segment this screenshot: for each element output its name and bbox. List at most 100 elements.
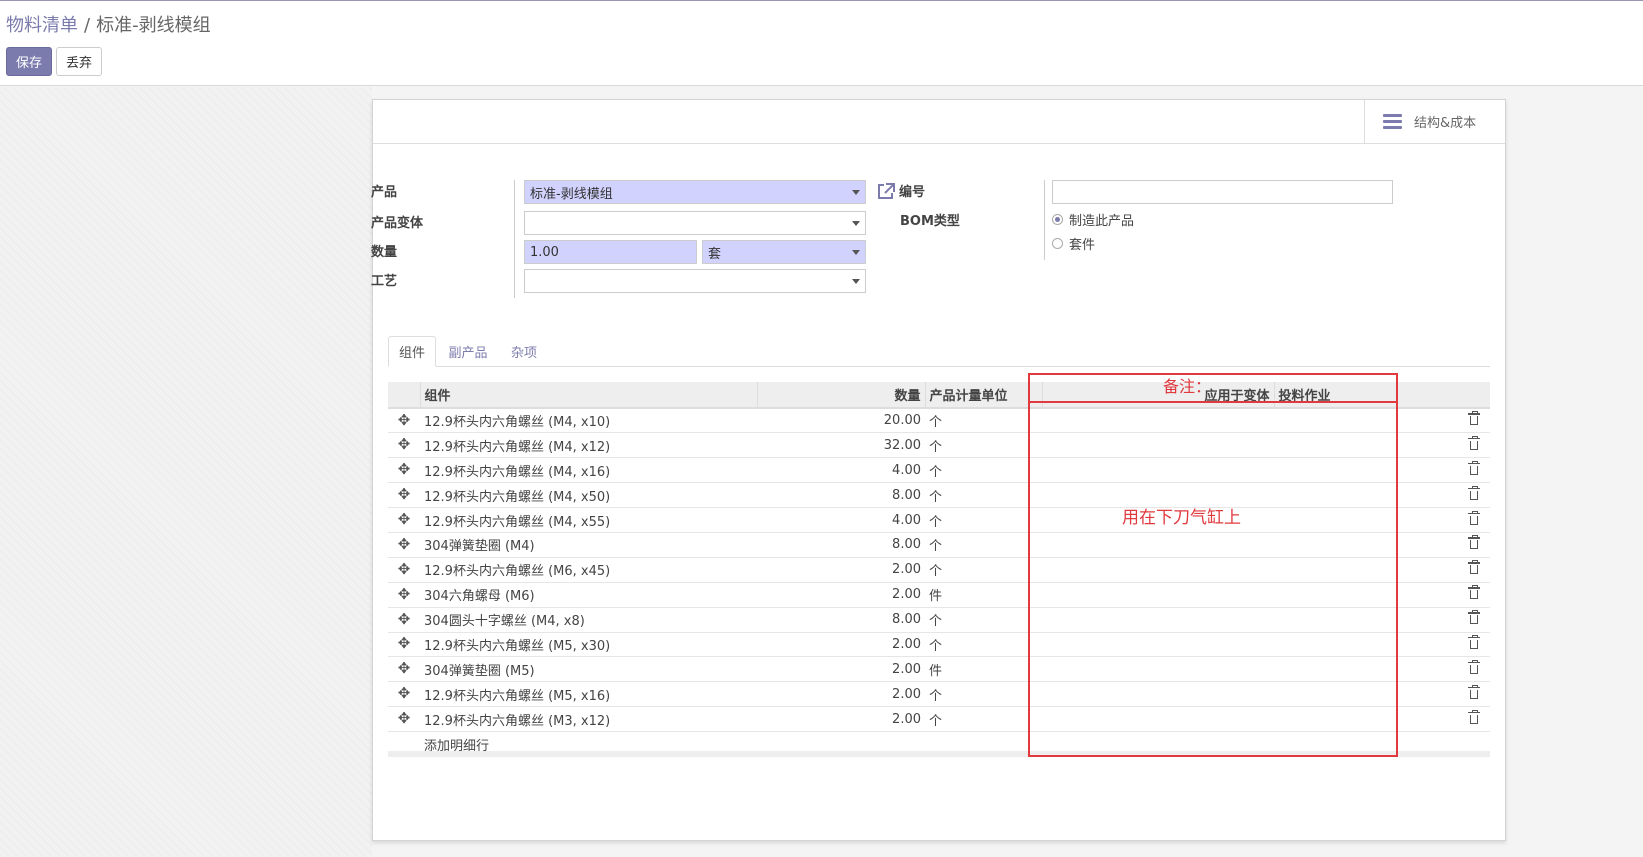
move-handle-cell[interactable]: ✥ xyxy=(388,557,420,583)
move-icon[interactable]: ✥ xyxy=(398,686,411,701)
component-cell[interactable]: 12.9杯头内六角螺丝 (M3, x12) xyxy=(420,706,757,733)
move-icon[interactable]: ✥ xyxy=(398,437,411,452)
uom-cell[interactable]: 个 xyxy=(925,457,1042,484)
variants-cell[interactable] xyxy=(1042,681,1274,708)
quantity-cell[interactable]: 2.00 xyxy=(757,706,925,733)
uom-cell[interactable]: 个 xyxy=(925,482,1042,509)
operation-cell[interactable] xyxy=(1274,681,1458,708)
delete-cell[interactable] xyxy=(1458,482,1490,509)
operation-cell[interactable] xyxy=(1274,557,1458,583)
component-cell[interactable]: 12.9杯头内六角螺丝 (M5, x16) xyxy=(420,681,757,708)
move-handle-cell[interactable]: ✥ xyxy=(388,507,420,533)
trash-icon[interactable] xyxy=(1468,634,1480,649)
move-icon[interactable]: ✥ xyxy=(398,412,411,428)
component-cell[interactable]: 304圆头十字螺丝 (M4, x8) xyxy=(420,607,757,633)
uom-cell[interactable]: 个 xyxy=(925,706,1042,733)
table-row[interactable]: ✥ 12.9杯头内六角螺丝 (M4, x12) 32.00 个 xyxy=(388,432,1490,459)
delete-cell[interactable] xyxy=(1458,706,1490,733)
quantity-cell[interactable]: 2.00 xyxy=(757,681,925,708)
trash-icon[interactable] xyxy=(1468,709,1480,724)
trash-icon[interactable] xyxy=(1468,585,1480,600)
component-cell[interactable]: 12.9杯头内六角螺丝 (M6, x45) xyxy=(420,557,757,583)
table-row[interactable]: ✥ 304圆头十字螺丝 (M4, x8) 8.00 个 xyxy=(388,607,1490,633)
delete-cell[interactable] xyxy=(1458,681,1490,708)
move-handle-cell[interactable]: ✥ xyxy=(388,607,420,633)
delete-cell[interactable] xyxy=(1458,408,1490,434)
bom-type-normal-radio[interactable]: 制造此产品 xyxy=(1052,210,1134,229)
delete-cell[interactable] xyxy=(1458,632,1490,658)
move-icon[interactable]: ✥ xyxy=(398,586,411,602)
delete-cell[interactable] xyxy=(1458,507,1490,533)
table-row[interactable]: ✥ 304弹簧垫圈 (M4) 8.00 个 xyxy=(388,532,1490,558)
delete-cell[interactable] xyxy=(1458,607,1490,633)
table-row[interactable]: ✥ 12.9杯头内六角螺丝 (M6, x45) 2.00 个 xyxy=(388,557,1490,583)
move-handle-cell[interactable]: ✥ xyxy=(388,681,420,708)
component-cell[interactable]: 12.9杯头内六角螺丝 (M4, x55) xyxy=(420,507,757,533)
delete-cell[interactable] xyxy=(1458,432,1490,459)
move-handle-cell[interactable]: ✥ xyxy=(388,532,420,558)
component-cell[interactable]: 304六角螺母 (M6) xyxy=(420,582,757,608)
delete-cell[interactable] xyxy=(1458,582,1490,608)
bom-type-kit-radio[interactable]: 套件 xyxy=(1052,234,1095,253)
component-cell[interactable]: 12.9杯头内六角螺丝 (M4, x12) xyxy=(420,432,757,459)
operation-cell[interactable] xyxy=(1274,706,1458,733)
variants-header[interactable]: 应用于变体 xyxy=(1041,382,1274,409)
component-cell[interactable]: 304弹簧垫圈 (M5) xyxy=(420,656,757,683)
variants-cell[interactable] xyxy=(1042,557,1274,583)
component-cell[interactable]: 12.9杯头内六角螺丝 (M5, x30) xyxy=(420,632,757,658)
reference-field[interactable] xyxy=(1052,180,1393,204)
operation-cell[interactable] xyxy=(1274,632,1458,658)
variants-cell[interactable] xyxy=(1042,408,1274,434)
move-icon[interactable]: ✥ xyxy=(398,611,411,627)
operation-cell[interactable] xyxy=(1274,656,1458,683)
delete-cell[interactable] xyxy=(1458,532,1490,558)
tab-misc[interactable]: 杂项 xyxy=(502,336,546,366)
trash-icon[interactable] xyxy=(1468,659,1480,674)
component-cell[interactable]: 304弹簧垫圈 (M4) xyxy=(420,532,757,558)
table-row[interactable]: ✥ 12.9杯头内六角螺丝 (M3, x12) 2.00 个 xyxy=(388,706,1490,733)
move-handle-cell[interactable]: ✥ xyxy=(388,482,420,509)
uom-cell[interactable]: 个 xyxy=(925,408,1042,434)
variants-cell[interactable] xyxy=(1042,632,1274,658)
move-handle-cell[interactable]: ✥ xyxy=(388,408,420,434)
uom-cell[interactable]: 个 xyxy=(925,507,1042,533)
quantity-cell[interactable]: 8.00 xyxy=(757,607,925,633)
move-icon[interactable]: ✥ xyxy=(398,636,411,651)
uom-cell[interactable]: 个 xyxy=(925,607,1042,633)
quantity-cell[interactable]: 2.00 xyxy=(757,582,925,608)
trash-icon[interactable] xyxy=(1468,684,1480,699)
move-handle-cell[interactable]: ✥ xyxy=(388,706,420,733)
component-cell[interactable]: 12.9杯头内六角螺丝 (M4, x50) xyxy=(420,482,757,509)
move-icon[interactable]: ✥ xyxy=(398,536,411,552)
variants-cell[interactable] xyxy=(1042,656,1274,683)
move-icon[interactable]: ✥ xyxy=(398,512,411,527)
uom-cell[interactable]: 个 xyxy=(925,681,1042,708)
uom-cell[interactable]: 个 xyxy=(925,632,1042,658)
quantity-cell[interactable]: 8.00 xyxy=(757,532,925,558)
product-field[interactable]: 标准-剥线模组 xyxy=(524,180,866,204)
quantity-cell[interactable]: 4.00 xyxy=(757,457,925,484)
structure-cost-button[interactable]: 结构&成本 xyxy=(1364,100,1505,143)
quantity-cell[interactable]: 20.00 xyxy=(757,408,925,434)
move-handle-cell[interactable]: ✥ xyxy=(388,656,420,683)
delete-cell[interactable] xyxy=(1458,656,1490,683)
trash-icon[interactable] xyxy=(1468,510,1480,525)
component-cell[interactable]: 12.9杯头内六角螺丝 (M4, x10) xyxy=(420,408,757,434)
trash-icon[interactable] xyxy=(1468,610,1480,625)
operation-cell[interactable] xyxy=(1274,507,1458,533)
uom-cell[interactable]: 件 xyxy=(925,582,1042,608)
breadcrumb-parent-link[interactable]: 物料清单 xyxy=(6,15,78,36)
uom-cell[interactable]: 个 xyxy=(925,532,1042,558)
quantity-field[interactable]: 1.00 xyxy=(524,240,697,264)
variants-cell[interactable] xyxy=(1042,532,1274,558)
variants-cell[interactable] xyxy=(1042,432,1274,459)
table-row[interactable]: ✥ 304弹簧垫圈 (M5) 2.00 件 xyxy=(388,656,1490,683)
table-row[interactable]: ✥ 12.9杯头内六角螺丝 (M5, x16) 2.00 个 xyxy=(388,681,1490,708)
move-icon[interactable]: ✥ xyxy=(398,462,411,477)
trash-icon[interactable] xyxy=(1468,411,1480,426)
discard-button[interactable]: 丢弃 xyxy=(56,47,102,76)
table-row[interactable]: ✥ 12.9杯头内六角螺丝 (M5, x30) 2.00 个 xyxy=(388,632,1490,658)
uom-cell[interactable]: 个 xyxy=(925,557,1042,583)
move-icon[interactable]: ✥ xyxy=(398,711,411,726)
trash-icon[interactable] xyxy=(1468,560,1480,575)
